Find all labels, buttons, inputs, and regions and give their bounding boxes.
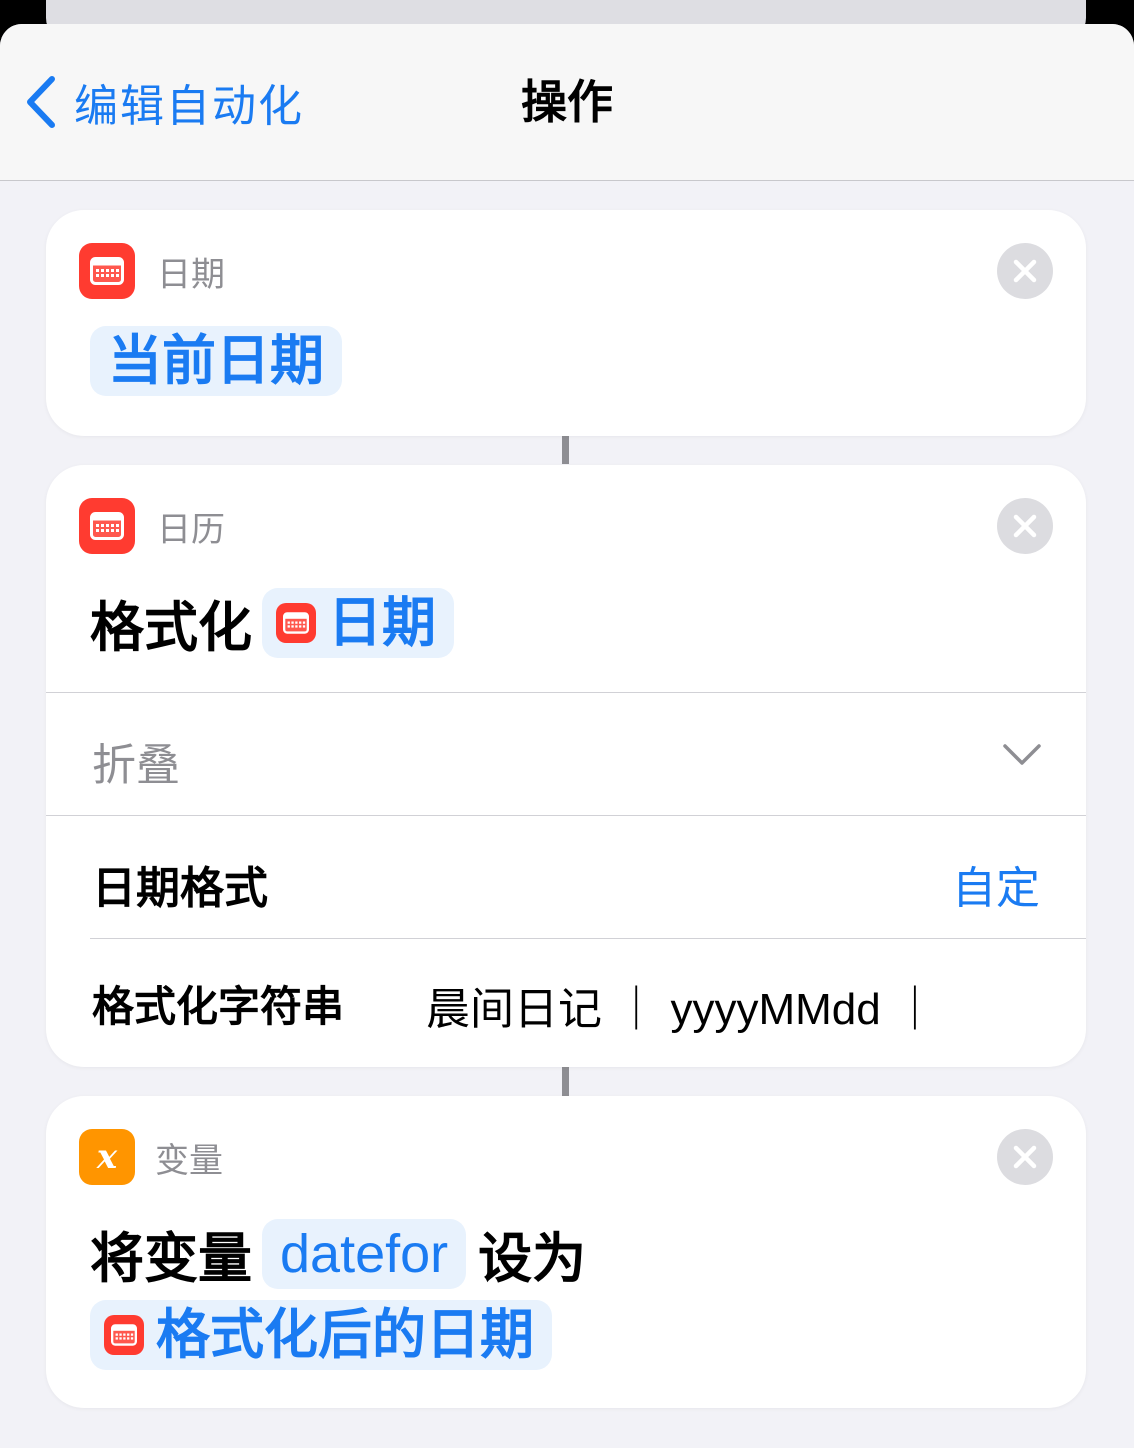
calendar-icon — [104, 1315, 144, 1355]
calendar-icon — [276, 602, 316, 643]
action-mid: 设为 — [478, 1227, 587, 1290]
date-action-card[interactable]: 日期 当前日期 — [46, 210, 1086, 436]
action-prefix: 将变量 — [90, 1227, 252, 1290]
variable-name-token[interactable]: datefor — [262, 1218, 467, 1289]
formatted-date-token[interactable]: 格式化后的日期 — [90, 1300, 552, 1370]
formatted-date-label: 格式化后的日期 — [156, 1303, 534, 1366]
current-date-token[interactable]: 当前日期 — [90, 326, 342, 396]
actions-sheet: 编辑自动化 操作 日期 当前日期 日历 格式化 日期 折叠 日期格式 自定 格式… — [0, 24, 1134, 1448]
action-app-label: 变量 — [155, 1140, 223, 1181]
format-date-action-card: 日历 格式化 日期 折叠 日期格式 自定 格式化字符串 晨间日记 ｜ yyyyM… — [46, 465, 1086, 1067]
set-variable-action-card: x 变量 将变量 datefor 设为 格式化后的日期 — [46, 1096, 1086, 1408]
remove-action-button[interactable] — [997, 498, 1053, 554]
close-icon — [1013, 514, 1037, 538]
action-app-label: 日期 — [157, 254, 225, 295]
remove-action-button[interactable] — [997, 243, 1053, 299]
date-token-label: 日期 — [328, 590, 436, 654]
date-variable-token[interactable]: 日期 — [262, 587, 454, 658]
calendar-icon — [79, 498, 135, 554]
navigation-bar: 编辑自动化 操作 — [0, 24, 1134, 181]
format-string-input[interactable]: 晨间日记 ｜ yyyyMMdd ｜ — [426, 973, 937, 1037]
format-string-label: 格式化字符串 — [92, 982, 345, 1031]
connector-line — [562, 1066, 569, 1096]
close-icon — [1013, 259, 1037, 283]
calendar-icon — [79, 243, 135, 299]
format-string-row: 格式化字符串 晨间日记 ｜ yyyyMMdd ｜ — [46, 939, 1086, 1059]
collapse-label: 折叠 — [92, 740, 180, 791]
chevron-down-icon — [1003, 744, 1041, 765]
page-title: 操作 — [521, 75, 613, 129]
collapse-row[interactable]: 折叠 — [46, 693, 1086, 815]
action-text: 格式化 — [90, 596, 252, 659]
date-format-label: 日期格式 — [92, 863, 268, 914]
close-icon — [1013, 1145, 1037, 1169]
connector-line — [562, 434, 569, 464]
date-format-value[interactable]: 自定 — [952, 852, 1040, 916]
remove-action-button[interactable] — [997, 1129, 1053, 1185]
action-app-label: 日历 — [157, 509, 225, 550]
variable-x-icon: x — [79, 1129, 135, 1185]
date-format-row[interactable]: 日期格式 自定 — [46, 816, 1086, 938]
